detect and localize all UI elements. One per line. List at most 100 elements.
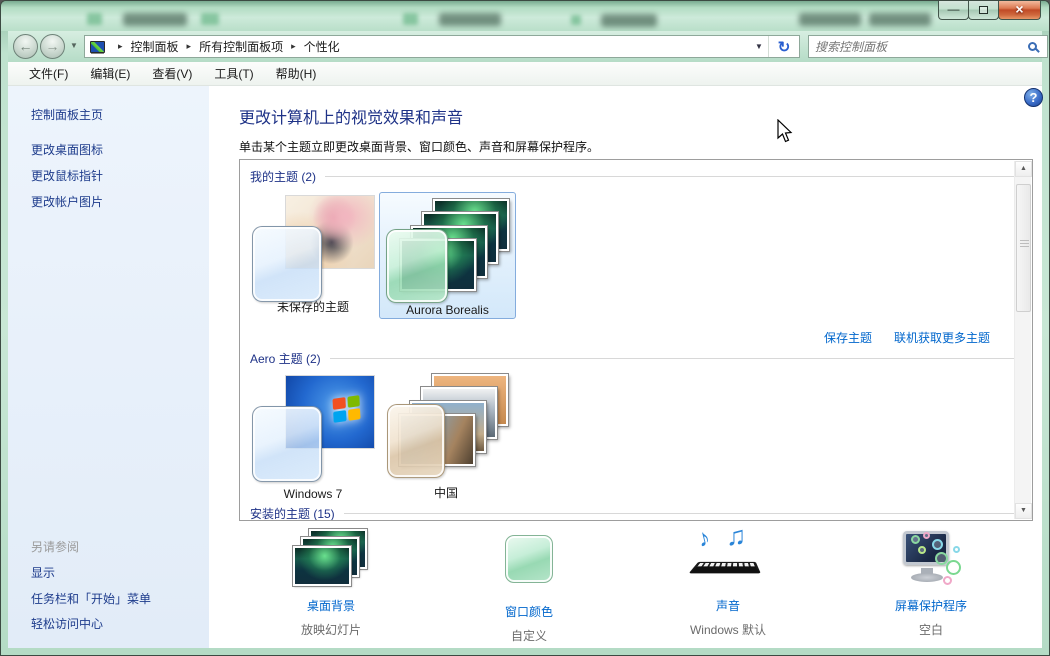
sounds-link[interactable]: 声音 [648, 597, 808, 614]
save-theme-link[interactable]: 保存主题 [824, 329, 872, 346]
breadcrumb-separator-icon[interactable]: ▸ [111, 41, 130, 52]
window-color-link[interactable]: 窗口颜色 [449, 603, 609, 620]
keyboard-icon [689, 562, 761, 573]
navigation-bar: ← → ▼ ▸ 控制面板 ▸ 所有控制面板项 ▸ 个性化 ▼ ↻ [8, 31, 1042, 62]
refresh-icon[interactable]: ↻ [769, 38, 799, 56]
menu-bar: 文件(F) 编辑(E) 查看(V) 工具(T) 帮助(H) [8, 62, 1042, 86]
breadcrumb-separator-icon[interactable]: ▸ [180, 41, 199, 52]
theme-color-swatch [252, 226, 322, 302]
theme-links: 保存主题 联机获取更多主题 [824, 329, 990, 346]
menu-file[interactable]: 文件(F) [18, 61, 79, 86]
titlebar[interactable]: — × [1, 1, 1049, 31]
scrollbar-grip [1020, 240, 1029, 247]
themes-scrollbar[interactable]: ▲ ▼ [1014, 161, 1031, 519]
theme-aurora-borealis[interactable]: Aurora Borealis [379, 192, 516, 319]
sound-icon[interactable]: ♪ ♫ [648, 529, 808, 593]
menu-view[interactable]: 查看(V) [141, 61, 203, 86]
forward-button[interactable]: → [40, 34, 65, 59]
theme-windows-7[interactable]: Windows 7 [246, 368, 380, 502]
aero-themes-section-header: Aero 主题 (2) [250, 350, 1016, 367]
desktop-glass-blob [869, 13, 931, 26]
aero-themes-label: Aero 主题 (2) [250, 350, 321, 367]
sidebar-item-home[interactable]: 控制面板主页 [31, 106, 103, 123]
back-icon: ← [19, 38, 33, 54]
minimize-button[interactable]: — [938, 1, 969, 20]
search-input[interactable] [809, 40, 1028, 54]
get-more-themes-link[interactable]: 联机获取更多主题 [894, 329, 990, 346]
menu-tools[interactable]: 工具(T) [203, 61, 264, 86]
sidebar-item-taskbar-start-menu[interactable]: 任务栏和「开始」菜单 [31, 590, 151, 607]
music-note-icon: ♪ [695, 524, 713, 554]
page-title: 更改计算机上的视觉效果和声音 [239, 104, 463, 128]
search-icon[interactable] [1028, 42, 1037, 51]
installed-themes-section-header: 安装的主题 (15) [250, 505, 1016, 521]
theme-unsaved[interactable]: 未保存的主题 [246, 188, 380, 316]
screensaver-item: 屏幕保护程序 空白 [851, 529, 1011, 638]
desktop-glass-blob [123, 13, 187, 26]
theme-name: Aurora Borealis [380, 303, 515, 317]
screensaver-link[interactable]: 屏幕保护程序 [851, 597, 1011, 614]
theme-name: 中国 [379, 484, 513, 501]
screensaver-value: 空白 [851, 621, 1011, 638]
screensaver-icon[interactable] [851, 529, 1011, 593]
theme-color-swatch [387, 404, 445, 478]
my-themes-section-header: 我的主题 (2) [250, 168, 1016, 185]
desktop-glass-blob [601, 14, 657, 27]
address-dropdown-icon[interactable]: ▼ [750, 42, 768, 51]
section-divider [344, 513, 1016, 514]
content-area: 控制面板主页 更改桌面图标 更改鼠标指针 更改帐户图片 另请参阅 显示 任务栏和… [8, 86, 1042, 648]
sounds-item: ♪ ♫ 声音 Windows 默认 [648, 529, 808, 638]
section-divider [330, 358, 1016, 359]
desktop-background-value: 放映幻灯片 [251, 621, 411, 638]
menu-help[interactable]: 帮助(H) [265, 61, 328, 86]
window-controls: — × [939, 1, 1041, 20]
desktop-glass-blob [403, 13, 418, 25]
sidebar-item-ease-of-access[interactable]: 轻松访问中心 [31, 615, 103, 632]
page-subtitle: 单击某个主题立即更改桌面背景、窗口颜色、声音和屏幕保护程序。 [239, 138, 599, 155]
sidebar-see-also-header: 另请参阅 [31, 538, 79, 555]
desktop-glass-blob [201, 13, 219, 25]
scroll-down-icon[interactable]: ▼ [1015, 503, 1032, 519]
music-note-icon: ♫ [726, 521, 746, 552]
window-color-icon[interactable] [449, 535, 609, 599]
windows-logo-icon [332, 395, 360, 423]
close-button[interactable]: × [998, 1, 1041, 20]
breadcrumb-control-panel[interactable]: 控制面板 [130, 36, 180, 57]
search-box [808, 35, 1048, 58]
sidebar: 控制面板主页 更改桌面图标 更改鼠标指针 更改帐户图片 另请参阅 显示 任务栏和… [8, 86, 209, 648]
window-color-value: 自定义 [449, 627, 609, 644]
sounds-value: Windows 默认 [648, 621, 808, 638]
recent-pages-dropdown[interactable]: ▼ [70, 41, 78, 50]
breadcrumb-personalization[interactable]: 个性化 [303, 36, 341, 57]
installed-themes-label: 安装的主题 (15) [250, 505, 335, 521]
desktop-glass-blob [439, 13, 501, 26]
sidebar-item-mouse-pointers[interactable]: 更改鼠标指针 [31, 167, 103, 184]
desktop-background-icon[interactable] [251, 529, 411, 593]
menu-edit[interactable]: 编辑(E) [79, 61, 141, 86]
desktop-background-item: 桌面背景 放映幻灯片 [251, 529, 411, 638]
sidebar-item-account-picture[interactable]: 更改帐户图片 [31, 193, 103, 210]
desktop-background-link[interactable]: 桌面背景 [251, 597, 411, 614]
theme-china[interactable]: 中国 [379, 368, 513, 502]
breadcrumb-separator-icon[interactable]: ▸ [284, 41, 303, 52]
themes-panel: 我的主题 (2) 未保存的主题 Aurora Borealis 保 [239, 159, 1033, 521]
sidebar-item-display[interactable]: 显示 [31, 564, 55, 581]
close-icon: × [1015, 1, 1023, 17]
help-icon[interactable]: ? [1024, 88, 1043, 107]
personalization-window: — × ← → ▼ ▸ 控制面板 ▸ 所有控制面板项 ▸ 个性化 ▼ ↻ 文件(… [0, 0, 1050, 656]
desktop-glass-blob [799, 13, 861, 26]
theme-color-swatch [386, 229, 448, 303]
theme-name: Windows 7 [246, 487, 380, 501]
breadcrumb-all-items[interactable]: 所有控制面板项 [198, 36, 284, 57]
forward-icon: → [46, 38, 60, 54]
mouse-cursor [776, 119, 794, 145]
address-bar[interactable]: ▸ 控制面板 ▸ 所有控制面板项 ▸ 个性化 ▼ ↻ [84, 35, 800, 58]
sidebar-item-desktop-icons[interactable]: 更改桌面图标 [31, 141, 103, 158]
scrollbar-thumb[interactable] [1016, 184, 1031, 312]
scroll-up-icon[interactable]: ▲ [1015, 161, 1032, 177]
back-button[interactable]: ← [13, 34, 38, 59]
theme-color-swatch [252, 406, 322, 482]
maximize-button[interactable] [968, 1, 999, 20]
desktop-glass-blob [87, 13, 102, 25]
window-color-item: 窗口颜色 自定义 [449, 529, 609, 644]
